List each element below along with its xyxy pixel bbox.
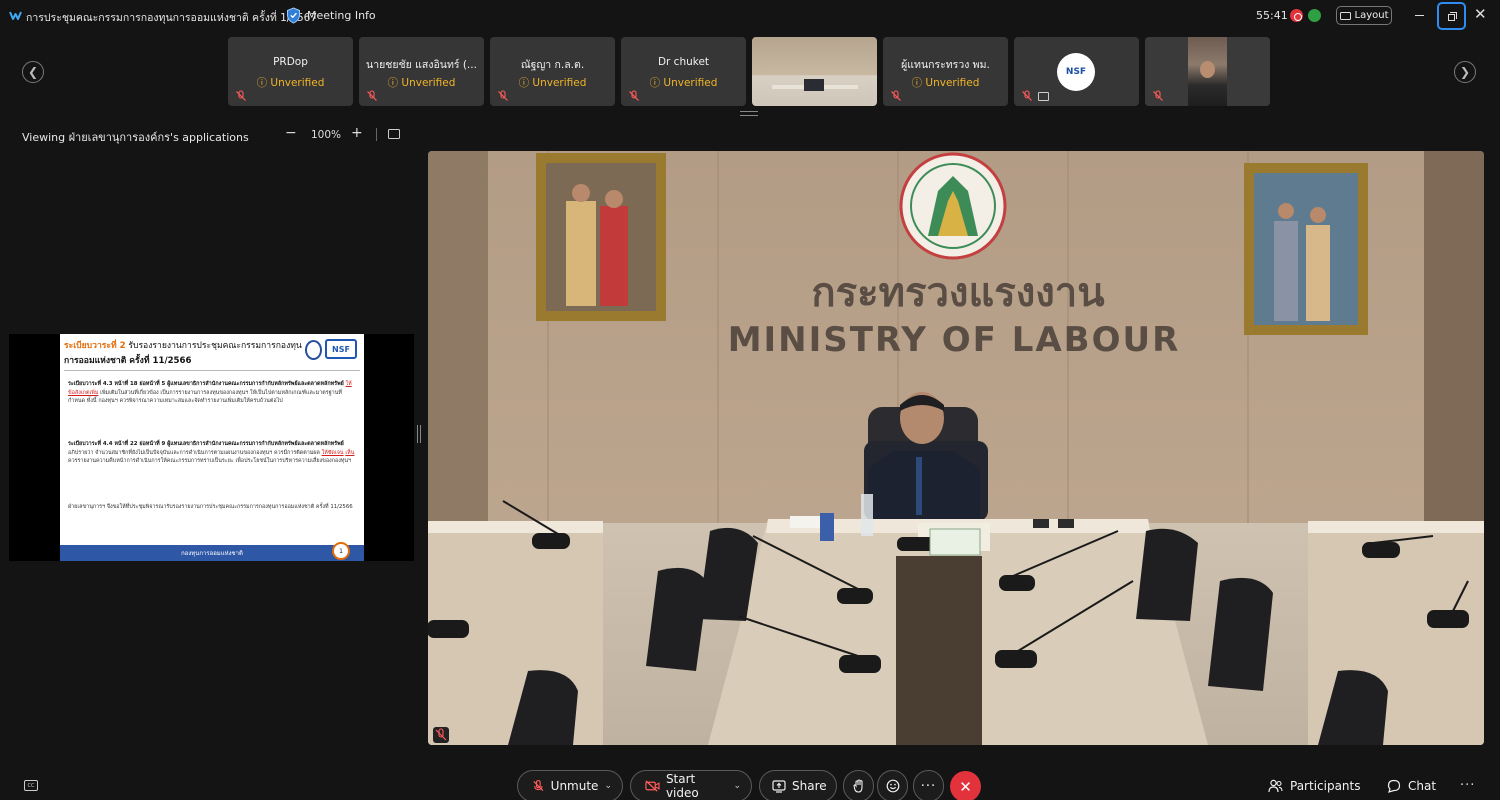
participant-name: PRDop xyxy=(273,56,308,68)
chat-button[interactable]: Chat xyxy=(1387,779,1436,793)
leave-meeting-button[interactable]: ✕ xyxy=(950,771,981,800)
participant-tile[interactable]: นายชยชัย แสงอินทร์ (... ⓘ Unverified xyxy=(359,37,484,106)
unmute-button[interactable]: Unmute ⌄ xyxy=(517,770,623,800)
divider xyxy=(376,128,377,141)
wall-sign-thai: กระทรวงแรงงาน xyxy=(811,270,1104,316)
window-title: การประชุมคณะกรรมการกองทุนการออมแห่งชาติ … xyxy=(26,12,318,24)
closed-captions-button[interactable]: CC xyxy=(24,780,38,791)
connection-status-icon[interactable] xyxy=(1308,9,1321,22)
chat-label: Chat xyxy=(1408,779,1437,793)
participant-status: ⓘ Unverified xyxy=(911,77,980,89)
slide-footer: กองทุนการออมแห่งชาติ xyxy=(60,545,364,561)
meeting-timer: 55:41 xyxy=(1256,9,1288,22)
title-bar: การประชุมคณะกรรมการกองทุนการออมแห่งชาติ … xyxy=(0,0,1500,32)
video-off-icon xyxy=(645,780,660,792)
participant-tile-video[interactable] xyxy=(752,37,877,106)
chevron-down-icon[interactable]: ⌄ xyxy=(604,781,612,791)
start-video-label: Start video xyxy=(665,772,699,800)
divider xyxy=(64,370,360,371)
chat-bubble-icon xyxy=(1387,779,1401,793)
zoom-out-button[interactable]: − xyxy=(285,125,297,141)
slide-heading-line2: การออมแห่งชาติ ครั้งที่ 11/2566 xyxy=(64,356,192,366)
smiley-icon xyxy=(886,779,899,793)
participant-tile[interactable]: ผู้แทนกระทรวง พม. ⓘ Unverified xyxy=(883,37,1008,106)
strip-resize-handle[interactable] xyxy=(740,111,758,116)
muted-mic-icon xyxy=(891,90,901,101)
layout-label: Layout xyxy=(1354,10,1389,21)
raise-hand-button[interactable] xyxy=(843,770,874,800)
meeting-window: การประชุมคณะกรรมการกองทุนการออมแห่งชาติ … xyxy=(0,0,1500,800)
muted-mic-icon xyxy=(629,90,639,101)
slide-paragraph: ระเบียบวาระที่ 4.3 หน้าที่ 18 ย่อหน้าที่… xyxy=(68,381,352,405)
share-button[interactable]: Share xyxy=(759,770,837,800)
speaker-muted-icon xyxy=(433,727,449,743)
layout-button[interactable]: Layout xyxy=(1336,6,1392,25)
recording-icon[interactable] xyxy=(1290,9,1303,22)
participant-tile[interactable]: ณัฐญา ก.ล.ต. ⓘ Unverified xyxy=(490,37,615,106)
participant-avatar-logo: NSF xyxy=(1057,53,1095,91)
start-video-button[interactable]: Start video ⌄ xyxy=(630,770,752,800)
people-icon xyxy=(1268,779,1283,793)
zoom-in-button[interactable]: + xyxy=(351,125,363,141)
nsf-logo: NSF xyxy=(325,339,357,359)
sharing-screen-icon xyxy=(1038,92,1049,101)
muted-mic-icon xyxy=(367,90,377,101)
shield-icon xyxy=(287,7,300,24)
wall-sign-english: MINISTRY OF LABOUR xyxy=(728,320,1181,360)
muted-mic-icon xyxy=(498,90,508,101)
strip-prev-button[interactable]: ❮ xyxy=(22,61,44,83)
participant-name: นายชยชัย แสงอินทร์ (... xyxy=(366,59,477,71)
reactions-button[interactable] xyxy=(877,770,908,800)
shared-content-area[interactable]: ระเบียบวาระที่ 2 รับรองรายงานการประชุมคณ… xyxy=(9,334,414,561)
participant-tile[interactable]: Dr chuket ⓘ Unverified xyxy=(621,37,746,106)
close-window-button[interactable]: ✕ xyxy=(1474,7,1487,22)
meeting-info-button[interactable]: Meeting Info xyxy=(286,7,376,24)
participant-status: ⓘ Unverified xyxy=(649,77,718,89)
muted-mic-icon xyxy=(1022,90,1032,101)
active-speaker-video[interactable]: กระทรวงแรงงาน MINISTRY OF LABOUR xyxy=(428,151,1484,745)
slide-paragraph: ฝ่ายเลขานุการฯ จึงขอให้ที่ประชุมพิจารณาร… xyxy=(68,504,353,510)
more-panels-button[interactable]: ··· xyxy=(1460,778,1475,793)
raise-hand-icon xyxy=(852,779,863,793)
participants-label: Participants xyxy=(1290,779,1361,793)
participant-status: ⓘ Unverified xyxy=(256,77,325,89)
share-view-options-button[interactable] xyxy=(388,129,400,139)
split-resize-handle[interactable] xyxy=(417,425,421,443)
minimize-button[interactable] xyxy=(1413,8,1427,22)
video-frame: กระทรวงแรงงาน MINISTRY OF LABOUR xyxy=(428,151,1484,745)
participant-tile[interactable]: PRDop ⓘ Unverified xyxy=(228,37,353,106)
share-label: Share xyxy=(792,779,827,793)
muted-mic-icon xyxy=(1153,90,1163,101)
muted-mic-icon xyxy=(533,779,544,791)
chevron-down-icon[interactable]: ⌄ xyxy=(733,781,741,791)
viewing-label: Viewing ฝ่ายเลขานุการองค์กร's applicatio… xyxy=(22,131,249,144)
participant-status: ⓘ Unverified xyxy=(518,77,587,89)
webex-logo-icon xyxy=(9,11,22,20)
zoom-level: 100% xyxy=(311,129,342,141)
participant-video-thumbnail xyxy=(752,37,877,106)
unmute-label: Unmute xyxy=(550,779,599,793)
share-screen-icon xyxy=(772,779,786,793)
slide-paragraph: ระเบียบวาระที่ 4.4 หน้าที่ 22 ย่อหน้าที่… xyxy=(68,441,355,465)
more-options-button[interactable]: ··· xyxy=(913,770,944,800)
government-seal-icon xyxy=(305,340,322,360)
participant-status: ⓘ Unverified xyxy=(387,77,456,89)
shared-slide: ระเบียบวาระที่ 2 รับรองรายงานการประชุมคณ… xyxy=(60,334,364,561)
participant-name: ผู้แทนกระทรวง พม. xyxy=(901,59,990,71)
muted-mic-icon xyxy=(236,90,246,101)
slide-heading: ระเบียบวาระที่ 2 รับรองรายงานการประชุมคณ… xyxy=(64,341,302,351)
participant-tile-video[interactable] xyxy=(1145,37,1270,106)
layout-icon xyxy=(1339,11,1351,20)
strip-next-button[interactable]: ❯ xyxy=(1454,61,1476,83)
slide-page-number: 1 xyxy=(332,542,350,560)
meeting-info-label: Meeting Info xyxy=(307,9,376,22)
participant-name: ณัฐญา ก.ล.ต. xyxy=(520,59,585,71)
participant-name: Dr chuket xyxy=(657,56,710,68)
restore-button[interactable] xyxy=(1437,2,1466,30)
participants-button[interactable]: Participants xyxy=(1268,779,1361,793)
participant-tile[interactable]: NSF xyxy=(1014,37,1139,106)
